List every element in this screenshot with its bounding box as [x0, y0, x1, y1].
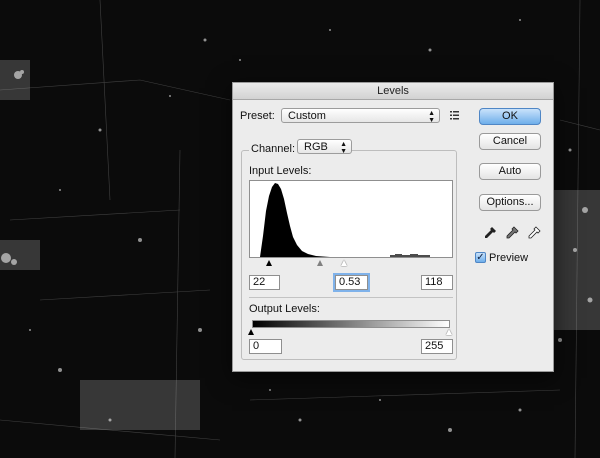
output-black-slider[interactable]	[248, 329, 254, 335]
list-menu-icon[interactable]	[449, 110, 461, 121]
white-eyedropper-icon[interactable]	[527, 226, 541, 240]
input-levels-label: Input Levels:	[249, 165, 312, 177]
ok-button[interactable]: OK	[479, 108, 541, 125]
output-white-slider[interactable]	[446, 329, 452, 335]
output-white-field[interactable]: 255	[421, 339, 453, 354]
histogram-graph	[260, 183, 430, 257]
channel-label: Channel:	[249, 143, 298, 155]
output-levels-label: Output Levels:	[249, 303, 320, 315]
input-gamma-slider[interactable]	[317, 260, 323, 266]
options-button[interactable]: Options...	[479, 194, 541, 211]
preset-value: Custom	[288, 110, 326, 122]
channel-value: RGB	[304, 141, 328, 153]
levels-divider	[249, 297, 453, 298]
cancel-button[interactable]: Cancel	[479, 133, 541, 150]
updown-arrows-icon: ▲ ▼	[340, 141, 347, 155]
dialog-title[interactable]: Levels	[233, 83, 553, 100]
input-white-field[interactable]: 118	[421, 275, 453, 290]
preset-label: Preset:	[240, 110, 275, 122]
preview-label: Preview	[489, 252, 529, 264]
channel-dropdown[interactable]: RGB ▲ ▼	[297, 139, 352, 155]
auto-button[interactable]: Auto	[479, 163, 541, 180]
input-black-point-slider[interactable]	[266, 260, 272, 266]
output-gradient-bar	[252, 320, 450, 328]
histogram	[249, 180, 453, 258]
input-white-point-slider[interactable]	[341, 260, 347, 266]
levels-dialog: Levels Preset: Custom ▲ ▼ Channel: RGB ▲ ▼…	[232, 82, 554, 372]
checkmark-icon: ✓	[476, 252, 485, 263]
output-black-field[interactable]: 0	[249, 339, 282, 354]
black-eyedropper-icon[interactable]	[483, 226, 497, 240]
preview-checkbox[interactable]: ✓	[475, 252, 486, 263]
updown-arrows-icon: ▲ ▼	[428, 110, 435, 124]
input-black-field[interactable]: 22	[249, 275, 280, 290]
gray-eyedropper-icon[interactable]	[505, 226, 519, 240]
preset-dropdown[interactable]: Custom ▲ ▼	[281, 108, 440, 124]
input-gamma-field[interactable]: 0.53	[335, 275, 368, 290]
